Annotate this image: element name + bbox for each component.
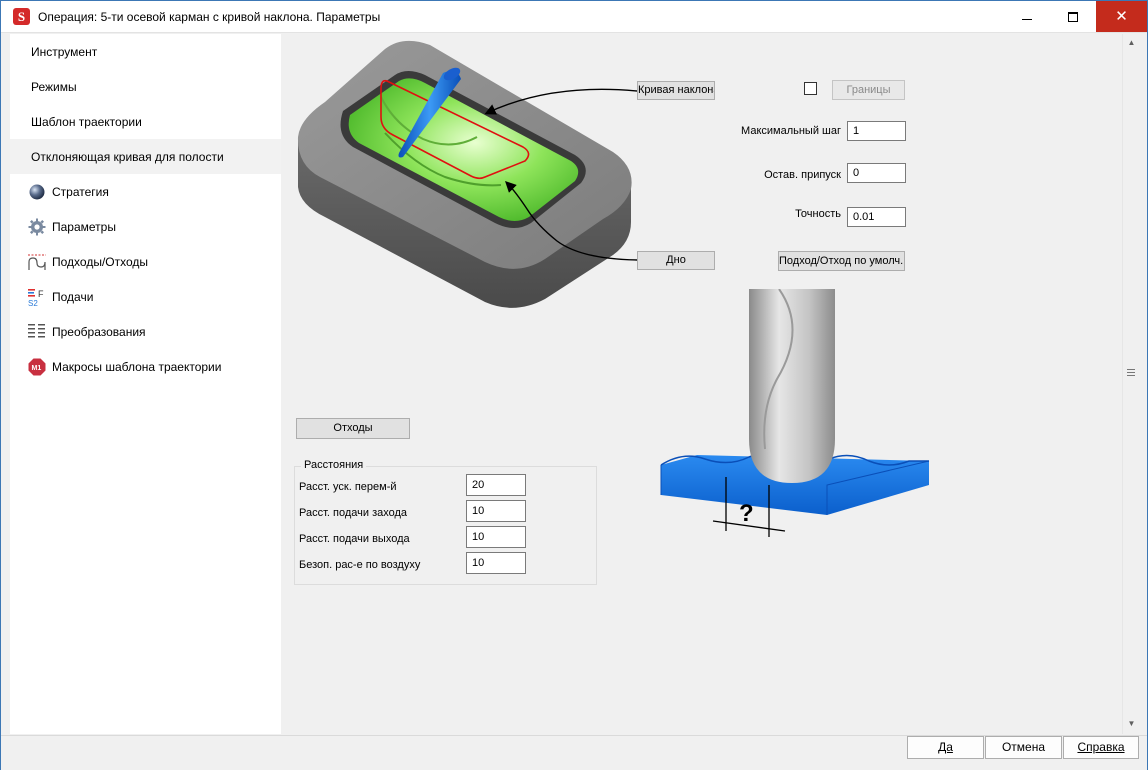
sidebar-item-toolpath-template[interactable]: Шаблон траектории [10,104,281,139]
safe-air-distance-label: Безоп. рас-е по воздуху [299,559,421,571]
app-icon: S [13,8,30,25]
sidebar-item-label: Инструмент [31,44,98,59]
feeds-icon: F S2 [27,287,47,307]
dialog-window: S Операция: 5-ти осевой карман с кривой … [0,0,1148,770]
sidebar-item-label: Режимы [31,79,77,94]
sidebar-item-tool[interactable]: Инструмент [10,34,281,69]
minimize-button[interactable] [1004,1,1050,32]
transform-icon [27,322,47,342]
sidebar-item-transformations[interactable]: Преобразования [10,314,281,349]
max-step-label: Максимальный шаг [741,125,841,137]
boundaries-checkbox[interactable] [804,82,817,95]
accuracy-label: Точность [795,208,841,220]
sidebar-item-strategy[interactable]: Стратегия [10,174,281,209]
minimize-icon [1022,19,1032,20]
sidebar-item-label: Шаблон траектории [31,114,142,129]
window-title: Операция: 5-ти осевой карман с кривой на… [38,10,381,24]
maximize-button[interactable] [1050,1,1096,32]
bottom-button[interactable]: Дно [637,251,715,270]
help-button[interactable]: Справка [1063,736,1139,759]
approach-feed-distance-field[interactable]: 10 [466,500,526,522]
sidebar-item-label: Подачи [52,289,94,304]
sidebar-item-deflect-curve[interactable]: Отклоняющая кривая для полости [10,139,281,174]
sidebar-item-label: Преобразования [52,324,146,339]
gear-icon [27,217,47,237]
ok-button[interactable]: Да [907,736,984,759]
sidebar-item-approach-retract[interactable]: Подходы/Отходы [10,244,281,279]
stepover-question-mark: ? [739,500,754,527]
macro-icon: M1 [27,357,47,377]
sidebar-item-modes[interactable]: Режимы [10,69,281,104]
stock-field[interactable]: 0 [847,163,906,183]
approach-retract-icon [27,252,47,272]
svg-text:S2: S2 [28,299,38,307]
rapid-distance-label: Расст. уск. перем-й [299,481,397,493]
vertical-scrollbar[interactable]: ▲ ▼ [1122,34,1139,734]
close-icon: ✕ [1115,8,1128,25]
default-approach-button[interactable]: Подход/Отход по умолч. [778,251,905,271]
safe-air-distance-field[interactable]: 10 [466,552,526,574]
sidebar-item-parameters[interactable]: Параметры [10,209,281,244]
svg-text:F: F [38,289,44,299]
stock-label: Остав. припуск [764,169,841,181]
close-button[interactable]: ✕ [1096,1,1147,32]
svg-text:M1: M1 [32,365,42,372]
sidebar-item-label: Макросы шаблона траектории [52,359,222,374]
sidebar-item-macros[interactable]: M1 Макросы шаблона траектории [10,349,281,384]
sidebar-item-label: Подходы/Отходы [52,254,149,269]
maximize-icon [1068,11,1078,22]
callout-arrows [484,88,638,261]
rapid-distance-field[interactable]: 20 [466,474,526,496]
sphere-icon [27,182,47,202]
title-bar[interactable]: S Операция: 5-ти осевой карман с кривой … [1,1,1147,33]
stepover-illustration: ? [660,289,930,537]
retracts-button[interactable]: Отходы [296,418,410,439]
tilt-curve-button[interactable]: Кривая наклона [637,81,715,100]
scroll-thumb-grip[interactable] [1127,369,1135,376]
scroll-down-icon[interactable]: ▼ [1123,715,1140,732]
sidebar-item-label: Стратегия [52,184,109,199]
cancel-button[interactable]: Отмена [985,736,1062,759]
scroll-up-icon[interactable]: ▲ [1123,34,1140,51]
accuracy-field[interactable]: 0.01 [847,207,906,227]
sidebar: Инструмент Режимы Шаблон траектории Откл… [10,34,281,734]
distances-group-title: Расстояния [301,459,367,471]
sidebar-item-label: Параметры [52,219,116,234]
sidebar-item-feeds[interactable]: F S2 Подачи [10,279,281,314]
approach-feed-distance-label: Расст. подачи захода [299,507,408,519]
boundaries-button[interactable]: Границы [832,80,905,100]
max-step-field[interactable]: 1 [847,121,906,141]
retract-feed-distance-field[interactable]: 10 [466,526,526,548]
retract-feed-distance-label: Расст. подачи выхода [299,533,410,545]
sidebar-item-label: Отклоняющая кривая для полости [31,149,224,164]
